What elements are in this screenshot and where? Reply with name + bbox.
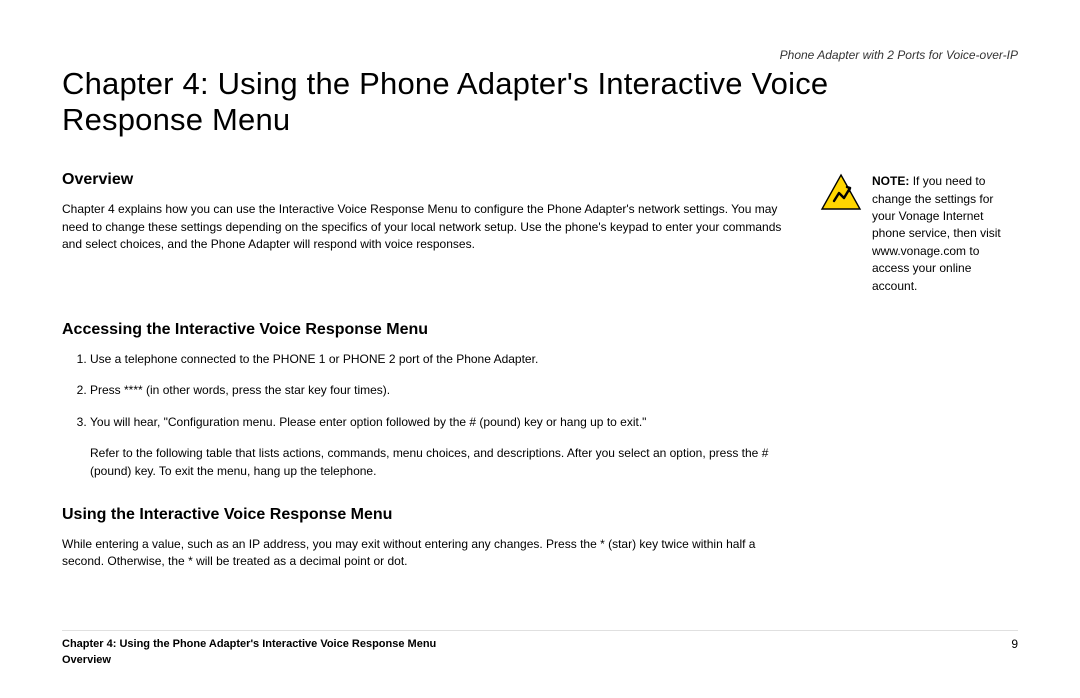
footer-chapter-line: Chapter 4: Using the Phone Adapter's Int… [62,637,436,652]
overview-paragraph: Chapter 4 explains how you can use the I… [62,201,792,253]
note-callout: NOTE: If you need to change the settings… [820,173,1018,295]
step-2: Press **** (in other words, press the st… [90,382,792,399]
step-3-text: You will hear, "Configuration menu. Plea… [90,415,646,429]
overview-row: Overview Chapter 4 explains how you can … [62,171,1018,295]
accessing-steps: Use a telephone connected to the PHONE 1… [62,351,792,480]
section-heading-accessing: Accessing the Interactive Voice Response… [62,321,1018,339]
page-footer: Chapter 4: Using the Phone Adapter's Int… [62,630,1018,668]
header-product-line: Phone Adapter with 2 Ports for Voice-ove… [780,48,1018,62]
warning-icon [820,173,862,211]
document-page: Phone Adapter with 2 Ports for Voice-ove… [0,0,1080,698]
using-paragraph: While entering a value, such as an IP ad… [62,536,792,571]
chapter-title: Chapter 4: Using the Phone Adapter's Int… [62,66,962,137]
step-3-sub: Refer to the following table that lists … [90,445,792,480]
step-3: You will hear, "Configuration menu. Plea… [90,414,792,480]
step-1: Use a telephone connected to the PHONE 1… [90,351,792,368]
section-heading-overview: Overview [62,171,802,189]
note-label: NOTE: [872,174,909,188]
note-text: NOTE: If you need to change the settings… [872,173,1018,295]
section-heading-using: Using the Interactive Voice Response Men… [62,506,1018,524]
overview-content: Overview Chapter 4 explains how you can … [62,171,802,263]
footer-left: Chapter 4: Using the Phone Adapter's Int… [62,637,436,668]
footer-page-number: 9 [1011,637,1018,651]
footer-section-line: Overview [62,653,436,668]
note-body: If you need to change the settings for y… [872,174,1001,292]
